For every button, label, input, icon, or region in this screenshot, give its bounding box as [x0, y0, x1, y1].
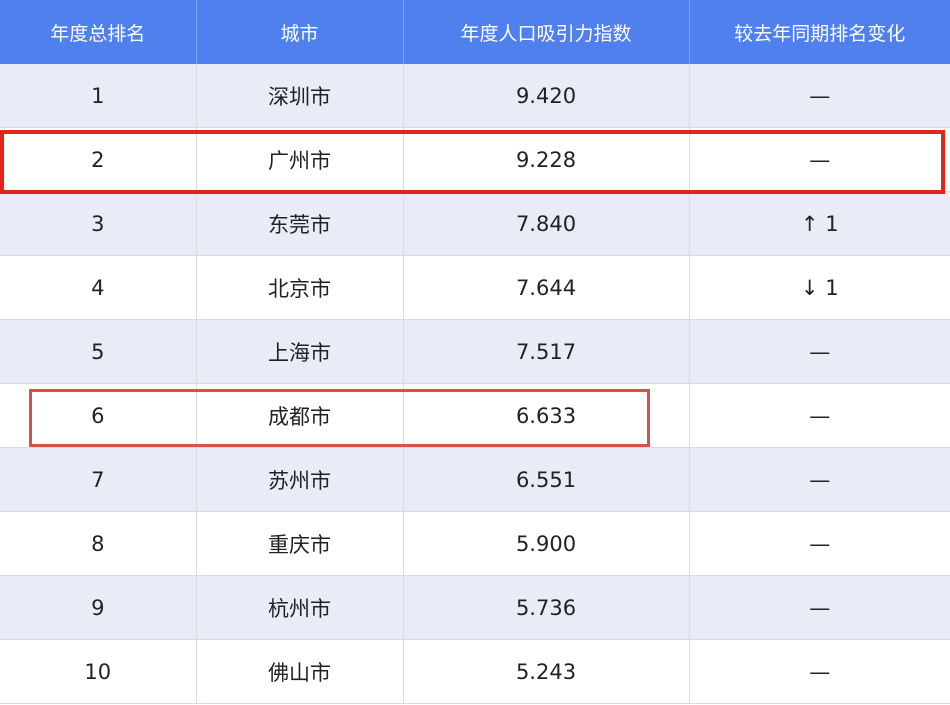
cell-city: 广州市	[195, 127, 403, 192]
table-row: 1 深圳市 9.420—	[0, 64, 950, 128]
table-row: 7 苏州市 6.551—	[0, 447, 950, 512]
cell-city: 深圳市	[195, 64, 403, 128]
table-row: 4 北京市 7.644 ↓ 1	[0, 255, 950, 320]
cell-index: 7.644	[402, 255, 689, 320]
ranking-table: 年度总排名 城市 年度人口吸引力指数 较去年同期排名变化 1 深圳市 9.420—2…	[0, 0, 950, 704]
table-row: 10 佛山市 5.243—	[0, 639, 950, 704]
cell-rank: 9	[0, 575, 196, 640]
cell-rank: 3	[0, 191, 196, 256]
cell-change: —	[688, 447, 950, 512]
header-rank: 年度总排名	[0, 0, 196, 64]
table-row: 5 上海市 7.517—	[0, 319, 950, 384]
table-row: 2 广州市 9.228—	[0, 127, 950, 192]
cell-city: 佛山市	[195, 639, 403, 704]
table-body: 1 深圳市 9.420—2 广州市 9.228—3 东莞市 7.840 ↑ 1 4 北京市 7.64…	[0, 64, 950, 704]
cell-rank: 7	[0, 447, 196, 512]
cell-change: —	[688, 64, 950, 128]
table-row: 8 重庆市 5.900—	[0, 511, 950, 576]
cell-rank: 4	[0, 255, 196, 320]
cell-city: 上海市	[195, 319, 403, 384]
cell-city: 重庆市	[195, 511, 403, 576]
cell-index: 7.517	[402, 319, 689, 384]
cell-change: —	[688, 127, 950, 192]
cell-rank: 1	[0, 64, 196, 128]
cell-change: —	[688, 575, 950, 640]
header-row: 年度总排名 城市 年度人口吸引力指数 较去年同期排名变化	[0, 0, 950, 64]
header-index: 年度人口吸引力指数	[402, 0, 689, 64]
cell-change: —	[688, 639, 950, 704]
cell-index: 9.420	[402, 64, 689, 128]
cell-change: ↑ 1	[688, 191, 950, 256]
cell-index: 9.228	[402, 127, 689, 192]
cell-rank: 6	[0, 383, 196, 448]
cell-index: 7.840	[402, 191, 689, 256]
cell-city: 杭州市	[195, 575, 403, 640]
header-change: 较去年同期排名变化	[688, 0, 950, 64]
cell-city: 东莞市	[195, 191, 403, 256]
cell-rank: 2	[0, 127, 196, 192]
cell-city: 成都市	[195, 383, 403, 448]
table-row: 9 杭州市 5.736—	[0, 575, 950, 640]
cell-index: 5.900	[402, 511, 689, 576]
cell-index: 5.243	[402, 639, 689, 704]
cell-change: —	[688, 319, 950, 384]
cell-city: 苏州市	[195, 447, 403, 512]
cell-index: 5.736	[402, 575, 689, 640]
cell-change: —	[688, 511, 950, 576]
cell-rank: 5	[0, 319, 196, 384]
table-row: 3 东莞市 7.840 ↑ 1	[0, 191, 950, 256]
header-city: 城市	[195, 0, 403, 64]
table-row: 6 成都市 6.633—	[0, 383, 950, 448]
cell-city: 北京市	[195, 255, 403, 320]
cell-change: ↓ 1	[688, 255, 950, 320]
cell-index: 6.633	[402, 383, 689, 448]
table-header: 年度总排名 城市 年度人口吸引力指数 较去年同期排名变化	[0, 0, 950, 64]
cell-change: —	[688, 383, 950, 448]
cell-index: 6.551	[402, 447, 689, 512]
cell-rank: 10	[0, 639, 196, 704]
cell-rank: 8	[0, 511, 196, 576]
